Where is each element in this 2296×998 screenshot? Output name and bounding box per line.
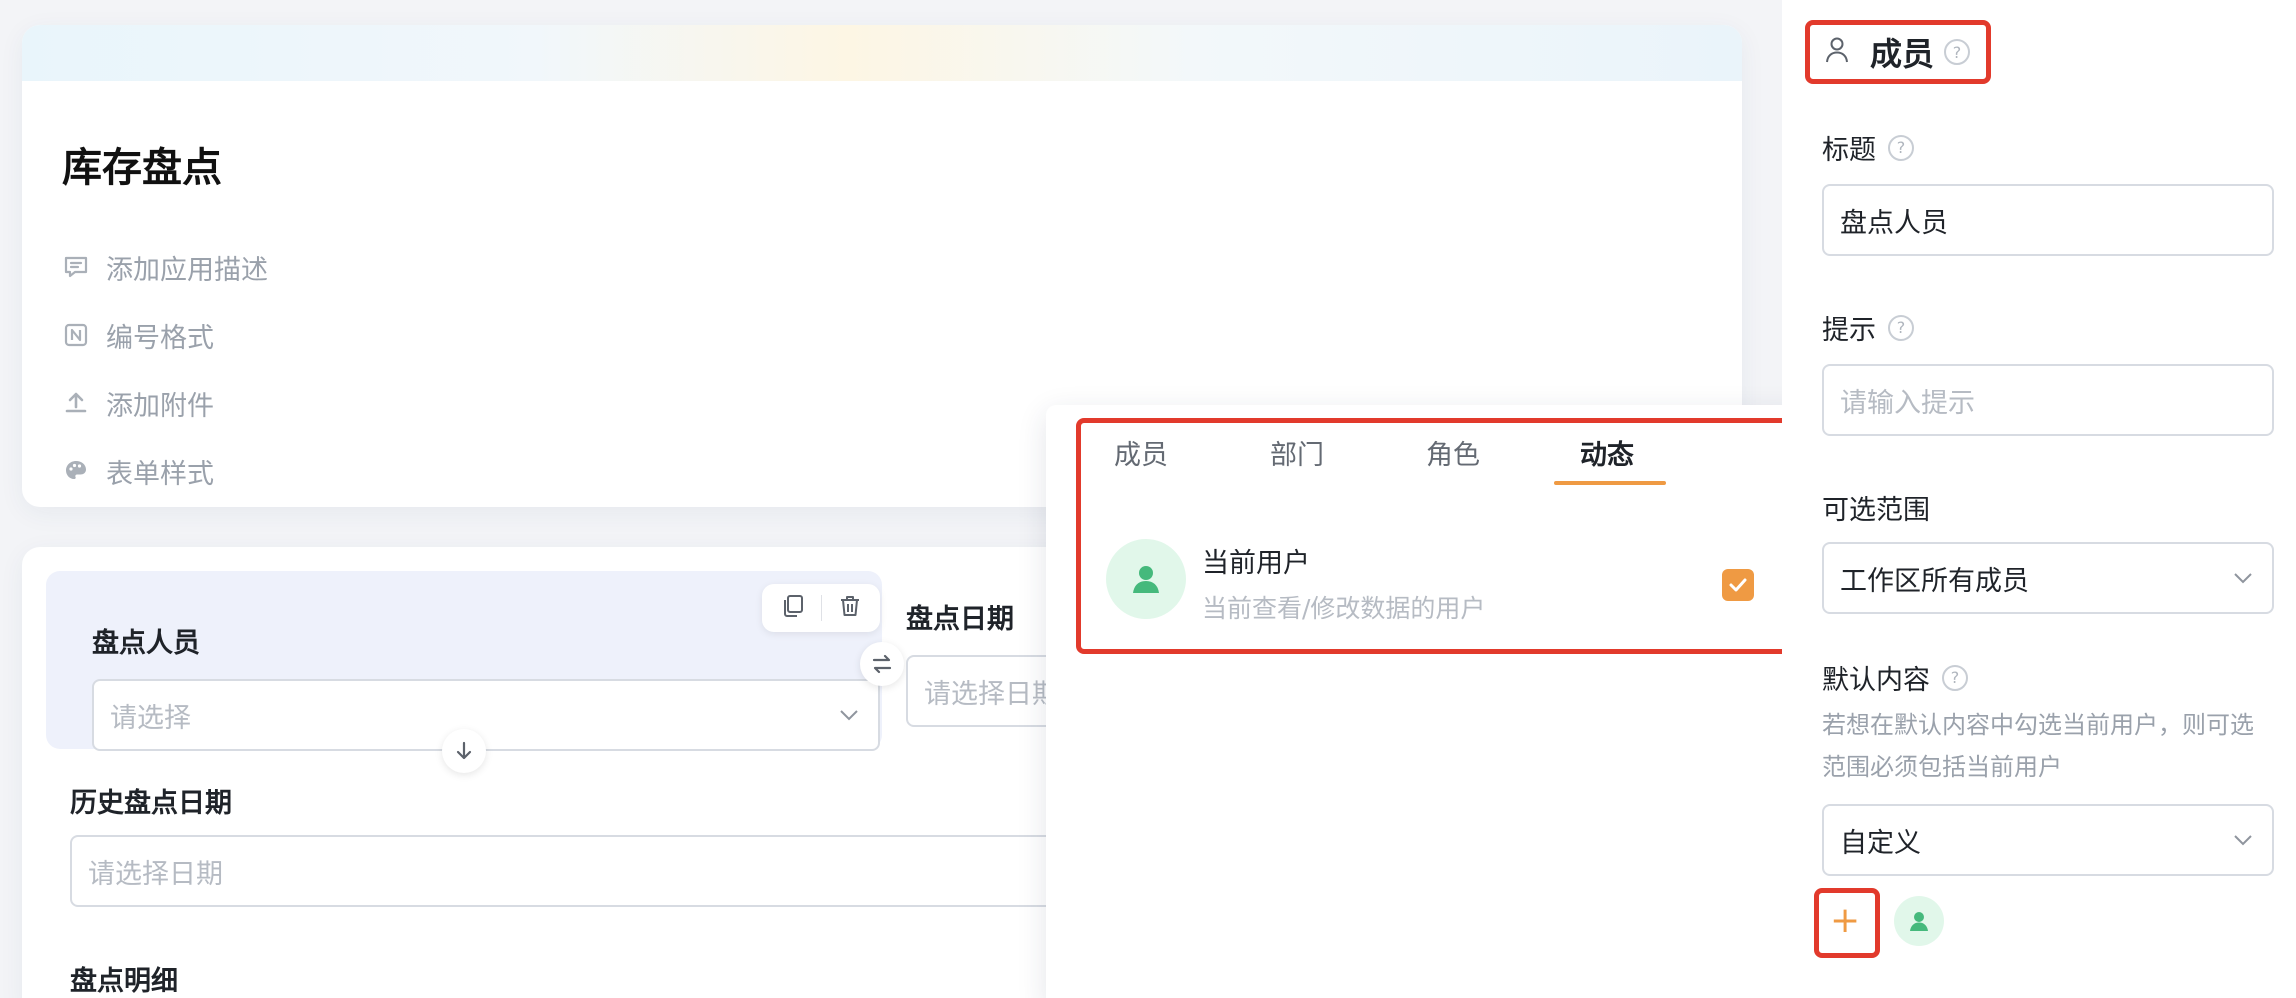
default-select-value: 自定义 xyxy=(1840,827,1921,859)
swap-icon xyxy=(872,654,892,674)
add-description-label: 添加应用描述 xyxy=(106,254,268,286)
range-select-value: 工作区所有成员 xyxy=(1840,565,2029,597)
component-header: 成员 ? xyxy=(1824,26,1971,78)
upload-icon xyxy=(62,389,90,417)
range-select[interactable]: 工作区所有成员 xyxy=(1822,542,2274,614)
help-icon[interactable]: ? xyxy=(1888,314,1914,341)
arrow-down-icon xyxy=(456,741,472,760)
default-label: 默认内容 ? xyxy=(1822,658,1968,697)
add-attachment-link[interactable]: 添加附件 xyxy=(62,383,214,423)
range-label: 可选范围 xyxy=(1822,488,1930,527)
member-select[interactable]: 请选择 xyxy=(92,679,880,751)
chevron-down-icon xyxy=(840,710,858,721)
member-picker-popover: 成员 部门 角色 动态 当前用户 当前查看/修改数据的用户 xyxy=(1046,405,1812,998)
selected-field-member[interactable]: 盘点人员 请选择 xyxy=(46,571,882,751)
chevron-down-icon xyxy=(2234,573,2252,584)
help-icon[interactable]: ? xyxy=(1888,134,1914,161)
comment-icon xyxy=(62,253,90,281)
default-select[interactable]: 自定义 xyxy=(1822,804,2274,876)
move-down-button[interactable] xyxy=(442,729,486,773)
help-icon[interactable]: ? xyxy=(1944,39,1971,65)
hint-label: 提示 ? xyxy=(1822,308,1914,347)
add-attachment-label: 添加附件 xyxy=(106,390,214,422)
number-format-link[interactable]: 编号格式 xyxy=(62,315,214,355)
tab-member[interactable]: 成员 xyxy=(1114,433,1168,472)
field-label-detail: 盘点明细 xyxy=(70,966,178,997)
current-user-checkbox[interactable] xyxy=(1722,569,1754,601)
user-icon xyxy=(1824,36,1850,68)
hint-input[interactable]: 请输入提示 xyxy=(1822,364,2274,436)
number-format-label: 编号格式 xyxy=(106,322,214,354)
hint-label-text: 提示 xyxy=(1822,315,1876,346)
title-input-value: 盘点人员 xyxy=(1840,207,1948,239)
history-date-placeholder: 请选择日期 xyxy=(88,858,223,890)
field-label-member: 盘点人员 xyxy=(92,628,200,659)
current-user-description: 当前查看/修改数据的用户 xyxy=(1202,594,1486,623)
copy-icon[interactable] xyxy=(780,593,806,623)
swap-position-button[interactable] xyxy=(860,642,904,686)
tab-dynamic[interactable]: 动态 xyxy=(1580,433,1634,472)
check-icon xyxy=(1729,578,1747,592)
help-icon[interactable]: ? xyxy=(1942,664,1968,691)
user-avatar-icon xyxy=(1106,539,1186,619)
toolbar-divider xyxy=(820,595,822,621)
form-style-label: 表单样式 xyxy=(106,458,214,490)
title-input[interactable]: 盘点人员 xyxy=(1822,184,2274,256)
field-label-date: 盘点日期 xyxy=(906,604,1014,635)
tab-department[interactable]: 部门 xyxy=(1270,433,1324,472)
delete-icon[interactable] xyxy=(837,593,863,623)
add-default-member-button[interactable]: + xyxy=(1830,903,1860,939)
current-user-option[interactable]: 当前用户 xyxy=(1202,541,1310,580)
form-style-link[interactable]: 表单样式 xyxy=(62,451,214,491)
header-banner xyxy=(22,25,1742,81)
palette-icon xyxy=(62,457,90,485)
number-format-icon xyxy=(62,321,90,349)
default-label-text: 默认内容 xyxy=(1822,665,1930,696)
title-label: 标题 ? xyxy=(1822,128,1914,167)
default-description: 若想在默认内容中勾选当前用户，则可选范围必须包括当前用户 xyxy=(1822,711,2254,781)
member-select-placeholder: 请选择 xyxy=(110,702,191,734)
field-toolbar xyxy=(762,584,880,632)
range-label-text: 可选范围 xyxy=(1822,495,1930,526)
chevron-down-icon xyxy=(2234,835,2252,846)
field-label-history-date: 历史盘点日期 xyxy=(70,788,232,819)
active-tab-indicator xyxy=(1554,481,1666,485)
properties-panel: 成员 ? 标题 ? 盘点人员 提示 ? 请输入提示 可选范围 工作区所有成员 默… xyxy=(1782,0,2296,998)
tab-role[interactable]: 角色 xyxy=(1426,433,1480,472)
app-title[interactable]: 库存盘点 xyxy=(62,135,222,193)
date-input-placeholder: 请选择日期 xyxy=(924,678,1059,710)
default-member-avatar-icon[interactable] xyxy=(1894,896,1944,946)
hint-input-placeholder: 请输入提示 xyxy=(1840,387,1975,419)
title-label-text: 标题 xyxy=(1822,135,1876,166)
add-description-link[interactable]: 添加应用描述 xyxy=(62,247,268,287)
component-name: 成员 xyxy=(1870,35,1935,73)
